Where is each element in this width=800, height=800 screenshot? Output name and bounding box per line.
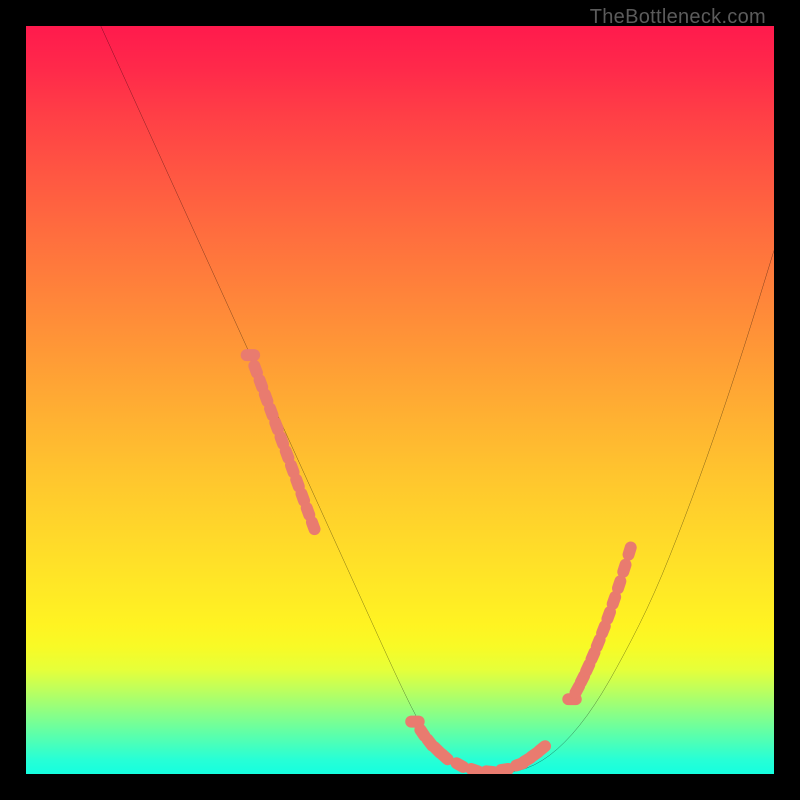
scatter-marker — [621, 540, 638, 562]
plot-area — [26, 26, 774, 774]
scatter-marker — [241, 349, 260, 361]
marker-cluster-bottom — [405, 716, 553, 774]
chart-stage: TheBottleneck.com — [0, 0, 800, 800]
marker-cluster-left — [241, 349, 323, 537]
bottleneck-curve — [101, 26, 774, 774]
curve-svg — [26, 26, 774, 774]
marker-cluster-right — [562, 540, 638, 705]
